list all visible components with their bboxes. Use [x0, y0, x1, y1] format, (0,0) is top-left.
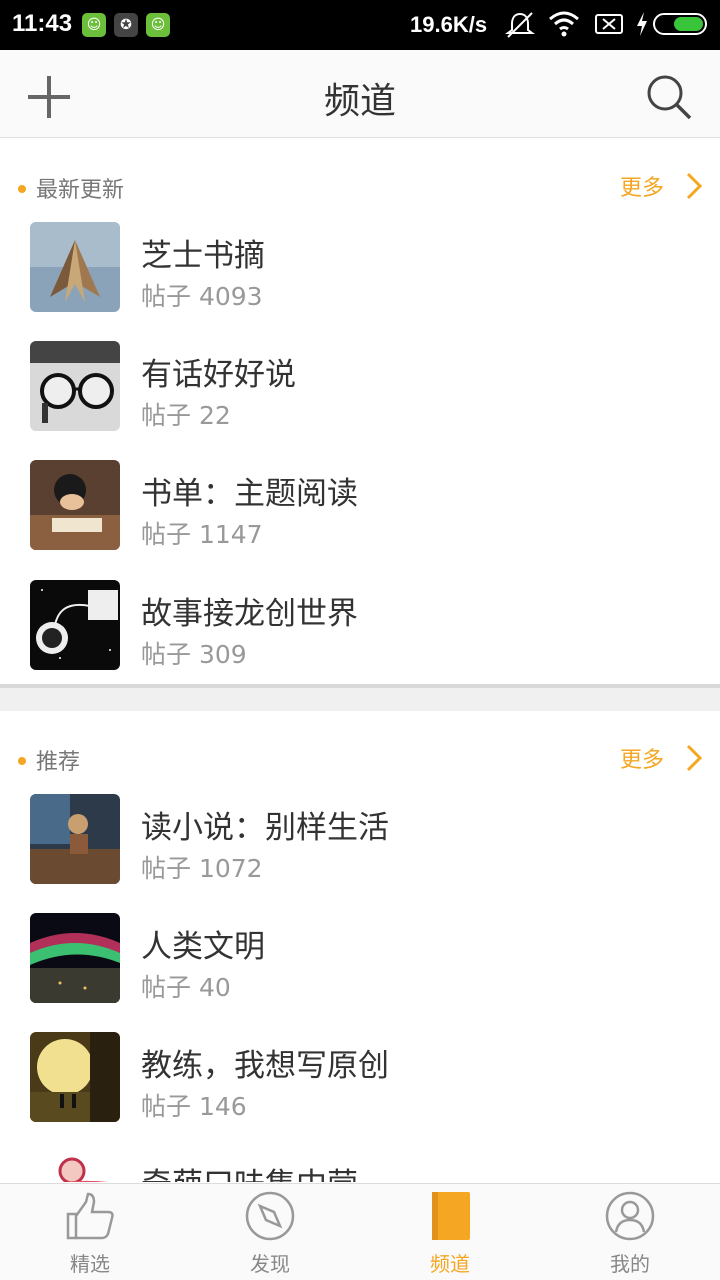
- android-app-icon-3: ☺: [146, 13, 170, 37]
- nav-label: 频道: [430, 1252, 470, 1276]
- channel-thumbnail: [30, 794, 120, 884]
- more-link[interactable]: 更多: [620, 170, 664, 202]
- channel-post-count: 帖子 1072: [141, 854, 263, 883]
- nav-tab-discover[interactable]: 发现: [180, 1184, 360, 1280]
- channel-title: 读小说：别样生活: [141, 810, 389, 846]
- channel-post-count: 帖子 1147: [141, 520, 263, 549]
- section-divider: [0, 684, 720, 711]
- channel-title: 奇葩口味集中营: [141, 1159, 358, 1182]
- nav-tab-mine[interactable]: 我的: [540, 1184, 720, 1280]
- bottom-nav: 精选 发现 频道 我的: [0, 1183, 720, 1280]
- nav-label: 精选: [70, 1252, 110, 1276]
- channel-post-count: 帖子 146: [141, 1092, 247, 1121]
- channel-thumbnail: [30, 913, 120, 1003]
- nav-tab-channels[interactable]: 频道: [360, 1184, 540, 1280]
- android-app-icon-2: ✪: [114, 13, 138, 37]
- channel-item[interactable]: 有话好好说 帖子 22: [0, 341, 720, 451]
- android-app-icon: ☺: [82, 13, 106, 37]
- channel-title: 人类文明: [141, 929, 265, 965]
- channel-item[interactable]: 故事接龙创世界 帖子 309: [0, 580, 720, 690]
- nav-label: 我的: [610, 1252, 650, 1276]
- network-speed: 19.6K/s: [410, 12, 488, 37]
- nav-tab-featured[interactable]: 精选: [0, 1184, 180, 1280]
- channel-item[interactable]: 书单：主题阅读 帖子 1147: [0, 460, 720, 570]
- channel-post-count: 帖子 4093: [141, 282, 263, 311]
- channel-post-count: 帖子 40: [141, 973, 231, 1002]
- section-header: 最新更新 更多: [0, 160, 720, 220]
- user-icon: [605, 1191, 655, 1241]
- section-recommended: 推荐 更多 读小说：别样生活 帖子 1072 人类文明 帖子 40 教练，我想写…: [0, 732, 720, 1182]
- channel-post-count: 帖子 309: [141, 640, 247, 669]
- section-title: 推荐: [36, 750, 81, 775]
- channel-title: 教练，我想写原创: [141, 1048, 389, 1084]
- section-bullet: [18, 757, 26, 765]
- channel-item[interactable]: 人类文明 帖子 40: [0, 913, 720, 1023]
- section-latest-updates: 最新更新 更多 芝士书摘 帖子 4093 有话好好说 帖子 22 书单：主题阅读…: [0, 160, 720, 684]
- channel-thumbnail: [30, 1032, 120, 1122]
- channel-thumbnail: [30, 1151, 120, 1182]
- section-bullet: [18, 185, 26, 193]
- channel-item[interactable]: 读小说：别样生活 帖子 1072: [0, 794, 720, 904]
- channel-thumbnail: [30, 222, 120, 312]
- channel-title: 故事接龙创世界: [141, 596, 358, 632]
- status-bar: 11:43 ☺ ✪ ☺ 19.6K/s: [0, 0, 720, 50]
- channel-post-count: 帖子 22: [141, 401, 231, 430]
- channel-item[interactable]: 奇葩口味集中营: [0, 1151, 720, 1182]
- thumbs-up-icon: [66, 1192, 114, 1240]
- section-header: 推荐 更多: [0, 732, 720, 792]
- no-sim-icon: [595, 14, 623, 34]
- channel-thumbnail: [30, 580, 120, 670]
- status-time: 11:43: [12, 10, 73, 37]
- channel-title: 书单：主题阅读: [141, 476, 358, 512]
- channel-thumbnail: [30, 341, 120, 431]
- compass-icon: [245, 1191, 295, 1241]
- page-title: 频道: [323, 81, 396, 122]
- book-icon: [432, 1192, 470, 1240]
- section-title: 最新更新: [36, 178, 125, 203]
- charging-icon: [637, 12, 647, 36]
- battery-icon: [653, 13, 707, 35]
- channel-item[interactable]: 芝士书摘 帖子 4093: [0, 222, 720, 332]
- chevron-right-icon[interactable]: [684, 742, 704, 774]
- channel-item[interactable]: 教练，我想写原创 帖子 146: [0, 1032, 720, 1142]
- channel-title: 有话好好说: [141, 357, 296, 393]
- channel-title: 芝士书摘: [141, 238, 265, 274]
- wifi-icon: [549, 11, 579, 37]
- more-link[interactable]: 更多: [620, 742, 664, 774]
- channel-thumbnail: [30, 460, 120, 550]
- nav-label: 发现: [250, 1252, 290, 1276]
- chevron-right-icon[interactable]: [684, 170, 704, 202]
- search-icon[interactable]: [644, 72, 694, 122]
- mute-icon: [505, 12, 535, 38]
- top-bar: 频道: [0, 50, 720, 138]
